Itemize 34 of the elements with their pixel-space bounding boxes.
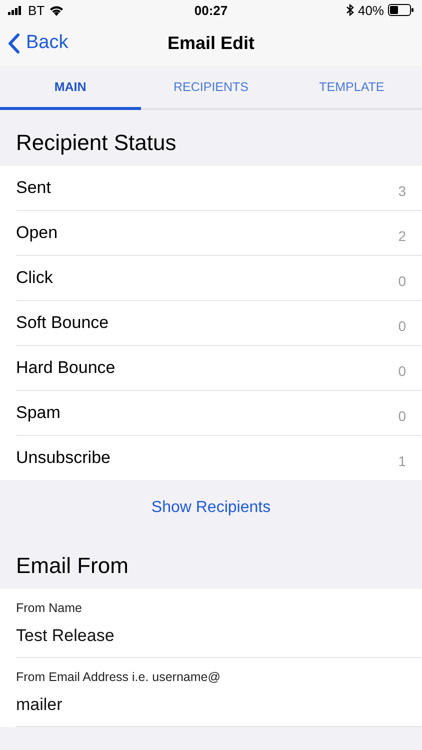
clock-time: 00:27 (194, 2, 228, 18)
status-label: Unsubscribe (16, 448, 110, 468)
status-count: 2 (398, 227, 406, 244)
status-count: 0 (398, 272, 406, 289)
battery-icon (388, 4, 414, 16)
show-recipients-link[interactable]: Show Recipients (151, 499, 271, 517)
back-button[interactable]: Back (8, 32, 68, 54)
signal-icon (8, 6, 24, 14)
section-title: Recipient Status (15, 129, 178, 157)
bluetooth-icon (346, 4, 354, 16)
status-count: 1 (398, 452, 406, 469)
status-count: 3 (398, 182, 406, 199)
status-label: Sent (16, 178, 51, 198)
status-label: Soft Bounce (16, 313, 109, 333)
carrier-name: BT (28, 2, 45, 18)
field-value[interactable]: Test Release (16, 626, 114, 646)
status-label: Hard Bounce (16, 358, 116, 378)
field-label: From Email Address i.e. username@ (16, 670, 220, 684)
status-label: Click (16, 268, 53, 288)
status-count: 0 (398, 407, 406, 424)
battery-percent: 40% (358, 2, 384, 18)
section-title: Email From (15, 552, 130, 580)
status-label: Spam (16, 403, 60, 423)
tab[interactable]: TEMPLATE (281, 66, 422, 110)
wifi-icon (48, 4, 64, 16)
status-count: 0 (398, 362, 406, 379)
chevron-left-icon (8, 32, 20, 54)
field-label: From Name (16, 601, 82, 615)
screen-title: Email Edit (167, 32, 255, 54)
tab[interactable]: MAIN (0, 66, 141, 110)
field-value[interactable]: mailer (16, 695, 62, 715)
status-count: 0 (398, 317, 406, 334)
tab[interactable]: RECIPIENTS (140, 66, 282, 110)
status-label: Open (16, 223, 58, 243)
